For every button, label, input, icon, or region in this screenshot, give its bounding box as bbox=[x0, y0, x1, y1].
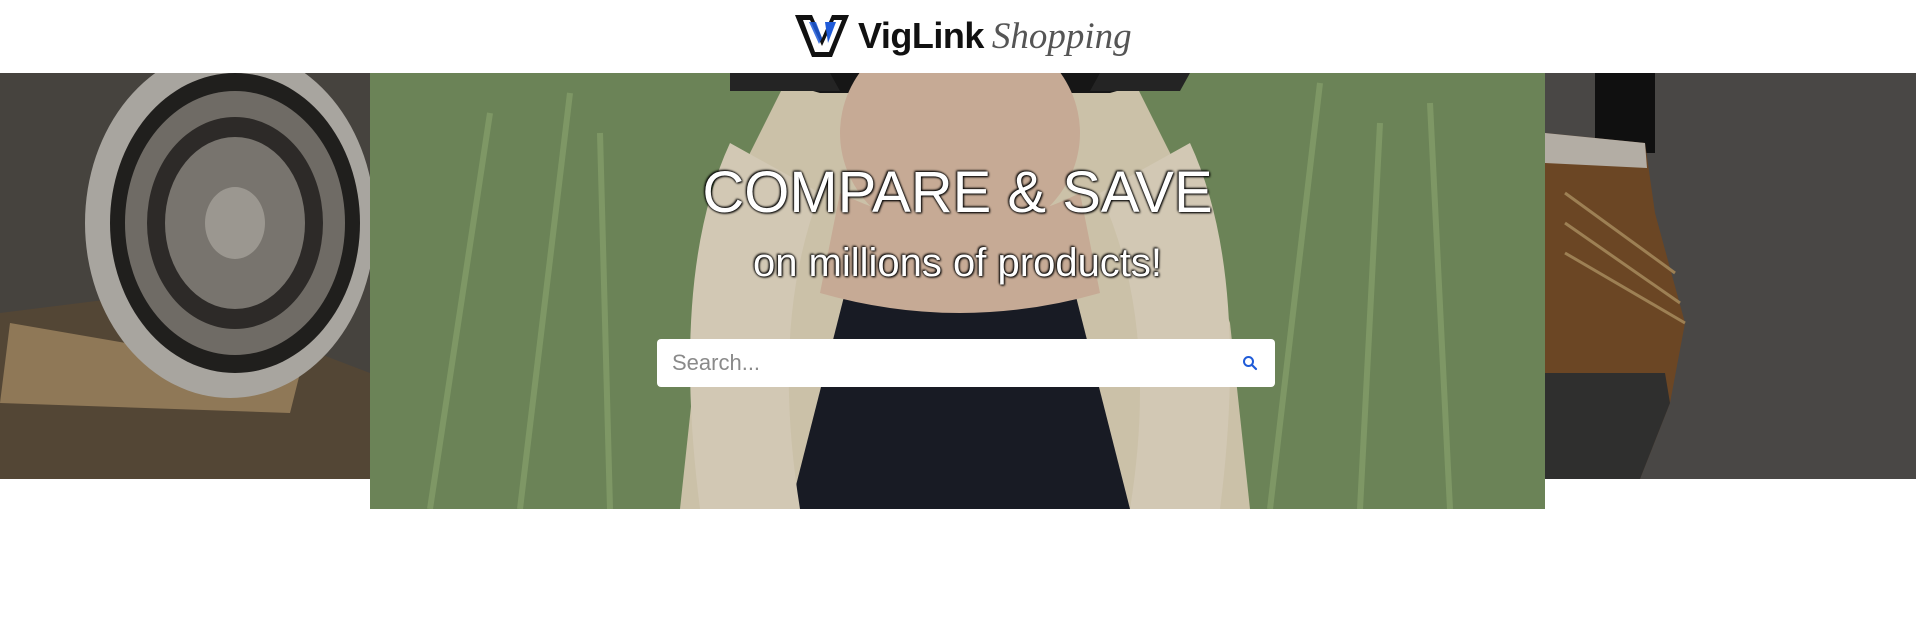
hero-banner: COMPARE & SAVE on millions of products! bbox=[370, 73, 1545, 509]
hero-subline: on millions of products! bbox=[752, 241, 1163, 285]
left-side-image-speaker bbox=[0, 73, 370, 479]
viglink-shopping-logo[interactable]: VigLink Shopping bbox=[792, 10, 1132, 62]
search-input[interactable] bbox=[657, 340, 1225, 386]
hero-headline: COMPARE & SAVE bbox=[702, 160, 1213, 225]
page: VigLink Shopping COMPARE & SAVE on milli… bbox=[0, 0, 1916, 639]
right-side-image-boot bbox=[1545, 73, 1916, 479]
header: VigLink Shopping bbox=[0, 0, 1916, 73]
logo-sub-text: Shopping bbox=[991, 15, 1132, 57]
search-button[interactable] bbox=[1225, 340, 1275, 386]
search-icon bbox=[1243, 356, 1258, 371]
search-bar bbox=[657, 339, 1275, 387]
viglink-logo-icon bbox=[795, 15, 849, 57]
logo-brand-text: VigLink bbox=[858, 15, 984, 56]
